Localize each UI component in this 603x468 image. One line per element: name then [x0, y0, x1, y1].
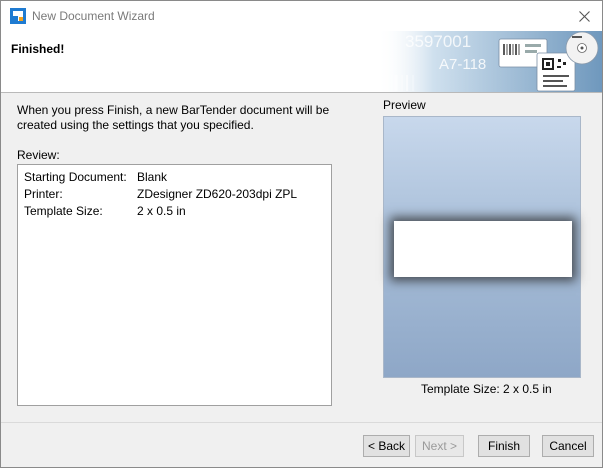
wizard-window: New Document Wizard Finished! 3597001 A7…: [0, 0, 603, 468]
title-bar[interactable]: New Document Wizard: [1, 1, 602, 31]
disc-icon: [565, 31, 599, 65]
wizard-header: Finished! 3597001 A7-118: [1, 31, 602, 93]
banner-text-2: A7-118: [439, 56, 486, 73]
close-icon: [578, 10, 590, 22]
footer-separator: [1, 422, 602, 423]
review-label: Review:: [17, 148, 60, 162]
finish-button[interactable]: Finish: [478, 435, 530, 457]
page-title: Finished!: [11, 42, 65, 56]
barcode-banner-graphic: 3597001 A7-118: [377, 31, 602, 92]
label-preview: [394, 221, 572, 277]
review-list[interactable]: Starting Document: Blank Printer: ZDesig…: [17, 164, 332, 406]
cancel-button[interactable]: Cancel: [542, 435, 594, 457]
banner-text-1: 3597001: [405, 32, 471, 51]
review-value: Blank: [137, 170, 168, 184]
review-value: 2 x 0.5 in: [137, 204, 186, 218]
review-key: Template Size:: [24, 204, 103, 218]
preview-label: Preview: [383, 98, 426, 112]
review-key: Printer:: [24, 187, 63, 201]
review-key: Starting Document:: [24, 170, 127, 184]
back-button[interactable]: < Back: [363, 435, 410, 457]
review-value: ZDesigner ZD620-203dpi ZPL: [137, 187, 298, 201]
instructions-text: When you press Finish, a new BarTender d…: [17, 103, 330, 132]
bartender-app-icon: [10, 8, 26, 24]
next-button[interactable]: Next >: [415, 435, 464, 457]
window-title: New Document Wizard: [32, 9, 155, 23]
preview-panel: [383, 116, 581, 378]
template-size-caption: Template Size: 2 x 0.5 in: [421, 382, 552, 396]
qr-label-icon: [536, 52, 576, 92]
close-button[interactable]: [567, 1, 601, 31]
